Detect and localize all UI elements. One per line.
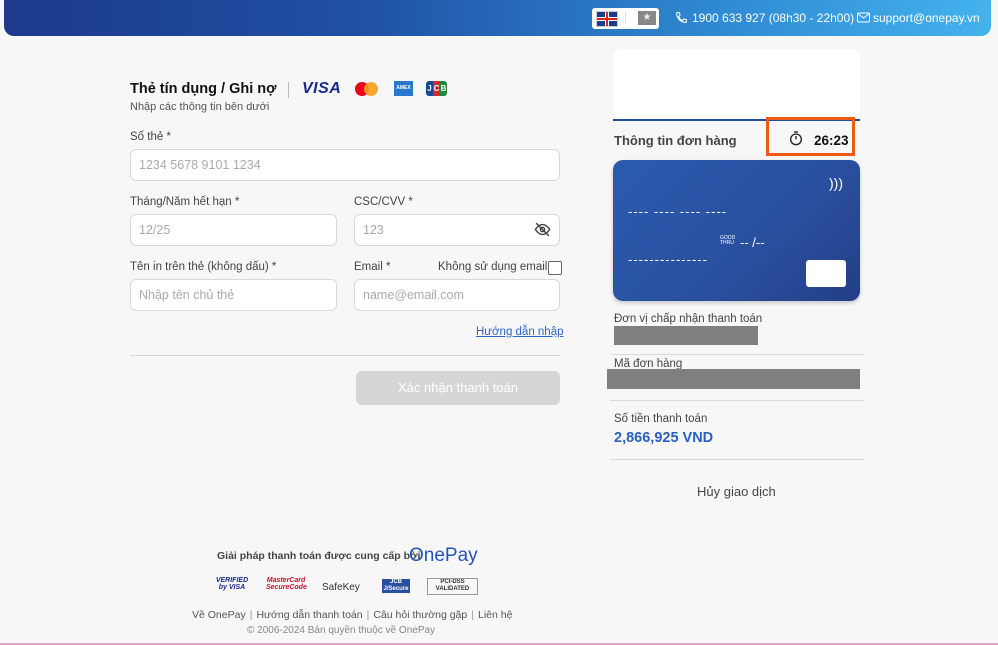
cvv-input[interactable]: 123 xyxy=(354,214,560,246)
contactless-icon: ))) xyxy=(829,175,843,191)
amount-label: Số tiền thanh toán xyxy=(614,413,708,425)
pci-dss-logo: PCI-DSS VALIDATED xyxy=(427,578,478,595)
merchant-value-redacted xyxy=(614,326,758,345)
mastercard-logo-circle xyxy=(364,82,378,96)
form-divider xyxy=(130,355,560,356)
merchant-label: Đơn vị chấp nhận thanh toán xyxy=(614,313,763,325)
footer-link-faq[interactable]: Câu hỏi thường gặp xyxy=(373,609,467,621)
order-id-value-redacted xyxy=(607,369,860,389)
amount-divider xyxy=(610,459,864,460)
card-preview-expiry: -- /-- xyxy=(740,235,765,250)
onepay-logo: OnePay xyxy=(409,545,478,566)
footer-link-guide[interactable]: Hướng dẫn thanh toán xyxy=(256,609,362,621)
verified-by-visa-logo: VERIFIED by VISA xyxy=(215,577,249,591)
footer-link-about[interactable]: Về OnePay xyxy=(192,609,246,621)
copyright-text: © 2006-2024 Bản quyền thuộc về OnePay xyxy=(247,625,436,636)
merchant-divider xyxy=(610,354,864,355)
language-divider xyxy=(625,12,626,24)
provider-text: Giải pháp thanh toán được cung cấp bởi xyxy=(217,550,421,562)
no-email-label: Không sử dụng email xyxy=(438,261,548,273)
cardholder-name-label: Tên in trên thẻ (không dấu) * xyxy=(130,261,277,273)
support-phone[interactable]: 1900 633 927 (08h30 - 22h00) xyxy=(692,11,854,25)
countdown-timer: 26:23 xyxy=(814,133,849,148)
phone-icon xyxy=(676,12,687,23)
cardholder-name-input[interactable]: Nhập tên chủ thẻ xyxy=(130,279,337,311)
merchant-logo-area xyxy=(613,49,860,119)
email-input[interactable]: name@email.com xyxy=(354,279,560,311)
eye-off-icon[interactable] xyxy=(534,222,551,237)
card-number-input[interactable]: 1234 5678 9101 1234 xyxy=(130,149,560,181)
uk-flag-icon[interactable] xyxy=(596,11,618,27)
email-label: Email * xyxy=(354,261,391,273)
card-preview-number: ---- ---- ---- ---- xyxy=(628,204,728,219)
footer-link-contact[interactable]: Liên hệ xyxy=(478,609,512,621)
confirm-payment-button[interactable]: Xác nhận thanh toán xyxy=(356,371,560,405)
card-chip xyxy=(806,260,846,287)
footer-links: Về OnePay | Hướng dẫn thanh toán | Câu hỏi t… xyxy=(192,609,513,621)
cancel-transaction-button[interactable]: Hủy giao dịch xyxy=(697,484,776,499)
visa-logo: VISA xyxy=(302,80,342,97)
amount-value: 2,866,925 VND xyxy=(614,430,714,446)
cvv-label: CSC/CVV * xyxy=(354,196,413,208)
amex-logo: AMEX xyxy=(394,81,413,96)
order-id-divider xyxy=(610,400,864,401)
expiry-input[interactable]: 12/25 xyxy=(130,214,337,246)
card-number-label: Số thẻ * xyxy=(130,131,171,143)
order-info-title: Thông tin đơn hàng xyxy=(614,133,737,148)
title-divider xyxy=(288,82,289,98)
form-subtitle: Nhập các thông tin bên dưới xyxy=(130,101,270,113)
mastercard-securecode-logo: MasterCard SecureCode xyxy=(266,577,307,591)
support-email[interactable]: support@onepay.vn xyxy=(873,11,980,25)
jcb-jsecure-logo: JCB J/Secure xyxy=(382,579,410,593)
no-email-checkbox[interactable] xyxy=(548,261,562,275)
jcb-logo: J C B xyxy=(426,81,447,96)
stopwatch-icon xyxy=(790,131,802,146)
card-preview-name: --------------- xyxy=(628,252,708,267)
input-guide-link[interactable]: Hướng dẫn nhập xyxy=(476,326,564,338)
expiry-label: Tháng/Năm hết hạn * xyxy=(130,196,240,208)
mail-icon xyxy=(857,12,870,23)
safekey-logo: SafeKey xyxy=(322,582,360,593)
vn-flag-icon[interactable]: ★ xyxy=(638,11,656,25)
payment-method-title: Thẻ tín dụng / Ghi nợ xyxy=(130,81,277,97)
card-preview-thru: GOOD THRU xyxy=(720,235,736,246)
